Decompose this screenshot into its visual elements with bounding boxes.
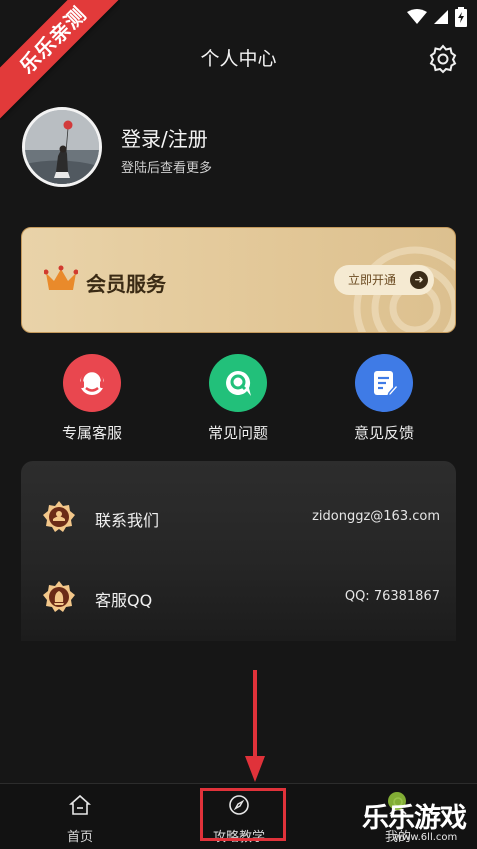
quick-action-faq-label: 常见问题: [207, 424, 268, 442]
watermark-main: 乐乐游戏: [362, 803, 467, 834]
quick-action-faq[interactable]: 常见问题: [193, 354, 283, 443]
service-qq-number: QQ: 76381867: [344, 589, 440, 604]
contact-badge-icon: [43, 501, 75, 532]
nav-home[interactable]: 首页: [35, 794, 125, 845]
gear-icon: [429, 44, 457, 74]
quick-action-feedback-label: 意见反馈: [353, 424, 414, 442]
watermark-url: www.6ll.com: [394, 832, 458, 843]
status-bar: [0, 0, 477, 32]
status-icons: [407, 7, 467, 27]
contact-card: 联系我们 zidonggz@163.com 客服QQ QQ: 76381867: [21, 461, 456, 641]
quick-action-feedback[interactable]: 意见反馈: [339, 354, 429, 443]
home-icon: [68, 794, 92, 815]
login-register-link[interactable]: 登录/注册: [121, 123, 208, 152]
vip-open-button-label: 立即开通: [348, 273, 397, 287]
watermark: 乐乐游戏 www.6ll.com: [358, 792, 477, 849]
signal-icon: [434, 10, 448, 24]
wifi-icon: [407, 9, 427, 24]
highlight-box: [200, 788, 286, 841]
arrow-right-icon: ➜: [410, 271, 428, 289]
service-qq-row[interactable]: 客服QQ QQ: 76381867: [21, 577, 456, 617]
contact-email: zidonggz@163.com: [312, 509, 440, 524]
vip-open-button[interactable]: 立即开通 ➜: [334, 265, 434, 295]
settings-button[interactable]: [428, 44, 458, 74]
vip-card[interactable]: 会员服务 立即开通 ➜: [21, 227, 456, 333]
qq-badge-icon: [43, 581, 75, 612]
quick-action-support[interactable]: 专属客服: [47, 354, 137, 443]
contact-us-row[interactable]: 联系我们 zidonggz@163.com: [21, 497, 456, 537]
contact-us-label: 联系我们: [95, 511, 160, 530]
battery-icon: [455, 7, 467, 27]
feedback-icon: [355, 354, 413, 412]
page-title: 个人中心: [200, 48, 277, 70]
vip-title: 会员服务: [86, 272, 166, 296]
crown-icon: [44, 265, 78, 290]
service-qq-label: 客服QQ: [95, 591, 153, 610]
headset-icon: [63, 354, 121, 412]
question-chat-icon: [209, 354, 267, 412]
nav-home-label: 首页: [66, 830, 93, 845]
quick-action-support-label: 专属客服: [61, 424, 122, 442]
annotation-arrow: [245, 670, 265, 782]
login-subtitle: 登陆后查看更多: [121, 161, 213, 176]
avatar-image: [25, 110, 99, 184]
avatar[interactable]: [22, 107, 102, 187]
